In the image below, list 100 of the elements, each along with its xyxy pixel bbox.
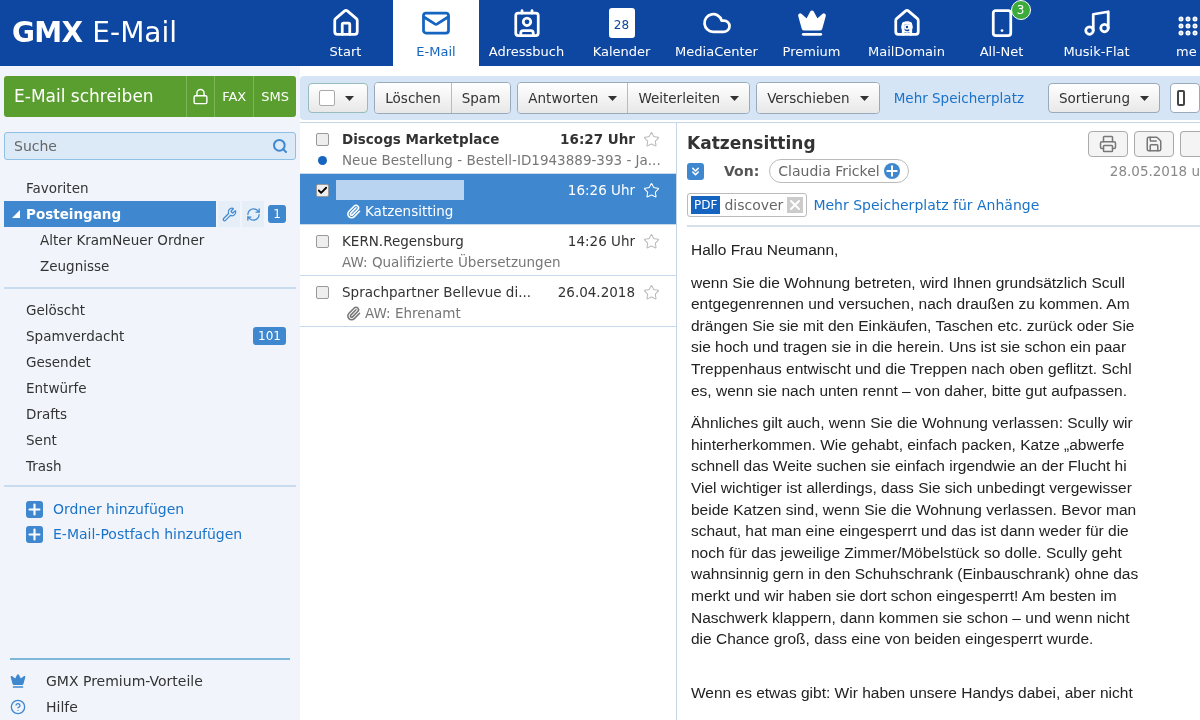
message-subject: Neue Bestellung - Bestell-ID1943889-393 - Ja... <box>342 150 661 170</box>
help-icon <box>10 699 26 715</box>
body-text-line: Viel wichtiger ist allerdings, dass Sie sich unbedingt vergewisser <box>691 477 1133 498</box>
footer-link[interactable]: Hilfe <box>10 694 78 720</box>
footer-link[interactable]: GMX Premium-Vorteile <box>10 668 203 694</box>
sender-name: Discogs Marketplace <box>342 129 500 149</box>
printer-icon <box>1099 135 1117 153</box>
body-text-line: wahnsinnig gern in den Schuhschrank (Einbauschrank) ohne das <box>691 564 1140 585</box>
sort-button[interactable]: Sortierung <box>1048 83 1160 113</box>
crown-icon <box>796 7 827 38</box>
more-button[interactable] <box>1180 131 1200 157</box>
nav-tab[interactable]: Adressbuch <box>479 0 574 66</box>
pdf-label: PDF <box>691 196 721 214</box>
body-text-line: hinterherkommen. Wie gehabt, einfach packen, Katze „abwerfe <box>691 434 1126 455</box>
expand-icon[interactable] <box>12 210 20 218</box>
message-time: 26.04.2018 <box>557 282 635 302</box>
folder-item[interactable]: Entwürfe <box>0 375 286 401</box>
nav-tab[interactable]: Musik-Flat <box>1049 0 1144 66</box>
checkbox[interactable] <box>316 234 329 248</box>
nav-tab[interactable]: 3 All-Net <box>954 0 1049 66</box>
star-icon[interactable] <box>643 181 660 199</box>
folder-item[interactable]: Favoriten <box>0 175 286 201</box>
expand-header-icon[interactable] <box>687 162 704 180</box>
toolbar-button[interactable]: Weiterleiten <box>627 83 750 113</box>
search-field[interactable]: Suche <box>4 132 296 160</box>
toolbar-button[interactable]: Antworten <box>518 83 628 113</box>
email-date: 28.05.2018 u <box>1109 161 1200 181</box>
body-text-line: noch für das jeweilige Zimmer/Möbelstück so dolle. Scully geht <box>691 542 1123 563</box>
body-text-line: Naschwerk klappern, dann kommen sie schon – und wenn nicht <box>691 607 1131 628</box>
logo[interactable]: GMX <box>12 12 83 54</box>
print-button[interactable] <box>1088 131 1128 157</box>
caret-icon <box>1140 95 1149 101</box>
body-text-line: Hallo Frau Neumann, <box>691 240 840 260</box>
nav-tab[interactable]: Start <box>298 0 393 66</box>
nav-tab[interactable]: E-Mail <box>393 0 479 66</box>
message-subject: Katzensitting <box>365 201 454 221</box>
add-link[interactable]: Ordner hinzufügen <box>4 497 185 522</box>
view-toggle-button[interactable] <box>1170 83 1200 113</box>
star-icon[interactable] <box>643 232 660 250</box>
save-button[interactable] <box>1134 131 1174 157</box>
storage-link[interactable]: Mehr Speicherplatz <box>885 87 1033 109</box>
nav-tab[interactable]: MediaCenter <box>669 0 764 66</box>
from-label: Von: <box>724 161 760 181</box>
body-text-line: Wenn es etwas gibt: Wir haben unsere Handys dabei, aber nicht <box>691 682 1134 703</box>
nav-tab[interactable]: Premium <box>764 0 859 66</box>
body-text-line: schnell das Weite suchen sie einfach irgendwie an der Flucht hi <box>691 456 1128 477</box>
body-text-line: wenn Sie die Wohnung betreten, wird Ihnen grundsätzlich Scull <box>691 272 1126 293</box>
folder-item[interactable]: Trash <box>0 453 286 479</box>
toolbar-button[interactable]: Spam <box>450 83 511 113</box>
caret-icon <box>608 95 618 101</box>
body-text-line: es, wenn sie nach unten rennt – von daher, bitte gut aufpassen. <box>691 380 1129 401</box>
folder-item[interactable]: Posteingang <box>4 201 217 227</box>
add-contact-icon[interactable] <box>883 163 900 179</box>
nav-tab[interactable]: 28 Kalender <box>574 0 669 66</box>
checkbox[interactable] <box>316 285 329 299</box>
body-text-line: Treppenhaus entwischt und die Treppen nach oben geflitzt. Schl <box>691 358 1133 379</box>
message-time: 14:26 Uhr <box>567 231 635 251</box>
star-icon[interactable] <box>643 130 660 148</box>
refresh-icon[interactable] <box>242 201 265 227</box>
house-at-icon <box>891 7 922 38</box>
folder-item[interactable]: Gelöscht <box>0 297 286 323</box>
message-row[interactable]: 16:26 Uhr Katzensitting <box>300 174 676 225</box>
settings-icon[interactable] <box>218 201 241 227</box>
message-time: 16:27 Uhr <box>560 129 635 149</box>
body-text-line: drängen Sie sie mit den Einkäufen, Taschen etc. zurück oder Sie <box>691 315 1136 336</box>
nav-tab[interactable]: me <box>1144 0 1200 66</box>
folder-item[interactable]: Drafts <box>0 401 286 427</box>
checkbox[interactable] <box>316 183 329 197</box>
checkbox[interactable] <box>316 132 329 146</box>
music-note-icon <box>1081 7 1112 38</box>
message-time: 16:26 Uhr <box>567 180 635 200</box>
body-text-line: beide Katzen sind, wenn Sie die Wohnung verlassen. Bevor man <box>691 499 1138 520</box>
body-text-line: merkt und wir haben sie dort schon eingesperrt! Am besten im <box>691 585 1118 606</box>
attachment-chip[interactable]: PDF discover <box>687 193 808 217</box>
remove-icon[interactable] <box>787 197 804 213</box>
toolbar-button[interactable]: Verschieben <box>757 83 879 113</box>
search-icon[interactable] <box>272 138 288 154</box>
folder-item[interactable]: Zeugnisse <box>0 253 286 279</box>
star-icon[interactable] <box>643 283 660 301</box>
add-link[interactable]: E-Mail-Postfach hinzufügen <box>4 522 243 547</box>
toolbar-button[interactable]: Löschen <box>375 83 451 113</box>
caret-icon <box>730 95 740 101</box>
home-icon <box>330 7 361 38</box>
folder-item[interactable]: Sent <box>0 427 286 453</box>
folder-item[interactable]: Gesendet <box>0 349 286 375</box>
attachment-storage-link[interactable]: Mehr Speicherplatz für Anhänge <box>813 194 1040 216</box>
nav-tab[interactable]: MailDomain <box>859 0 954 66</box>
message-subject: AW: Qualifizierte Übersetzungen <box>342 252 561 272</box>
notification-badge: 3 <box>1010 0 1031 20</box>
select-all-checkbox[interactable] <box>308 83 369 113</box>
body-text-line: entgegenrennen und versuchen, nach draußen zu kommen. Am <box>691 294 1131 315</box>
crown-icon <box>10 673 26 689</box>
email-subject: Katzensitting <box>687 132 816 155</box>
plus-icon <box>26 501 43 518</box>
folder-item[interactable]: Alter KramNeuer Ordner <box>0 227 286 253</box>
caret-icon <box>345 95 354 101</box>
address-book-icon <box>511 7 542 38</box>
calendar-day: 28 <box>613 19 630 31</box>
folder-item[interactable]: Spamverdacht 101 <box>0 323 286 349</box>
plus-icon <box>26 526 43 543</box>
